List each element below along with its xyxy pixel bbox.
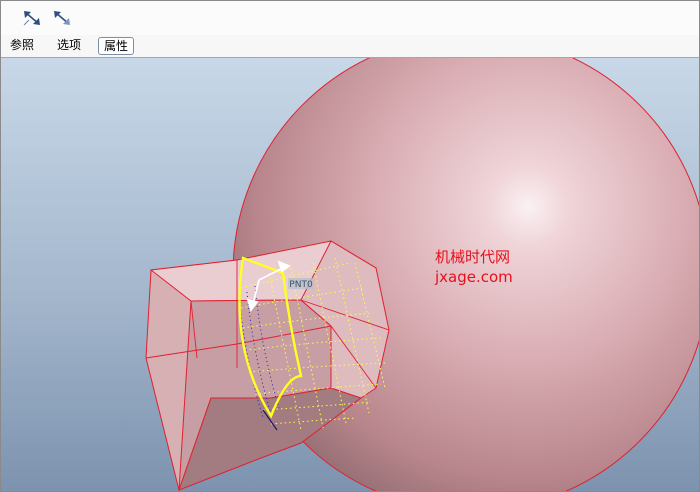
flip-direction-icon (23, 11, 40, 26)
model-viewport[interactable]: PNT0 机械时代网 jxage.com (1, 58, 699, 491)
tab-properties[interactable]: 属性 (98, 37, 135, 55)
model-graphics: PNT0 (1, 58, 699, 491)
datum-point-label[interactable]: PNT0 (289, 280, 313, 290)
dashboard-tabs: 参照 选项 属性 (1, 35, 699, 58)
watermark-line1: 机械时代网 (435, 248, 511, 266)
tab-references[interactable]: 参照 (5, 37, 39, 55)
flip-direction-alt-button[interactable] (51, 8, 73, 28)
creo-feature-panel: 参照 选项 属性 PNT0 机械时代网 jxage.com (0, 0, 700, 492)
watermark-line2: jxage.com (435, 268, 513, 286)
flip-direction-button[interactable] (21, 8, 43, 28)
flip-direction-alt-icon (54, 11, 70, 25)
tab-options[interactable]: 选项 (52, 37, 86, 55)
dashboard-toolbar (1, 1, 699, 35)
